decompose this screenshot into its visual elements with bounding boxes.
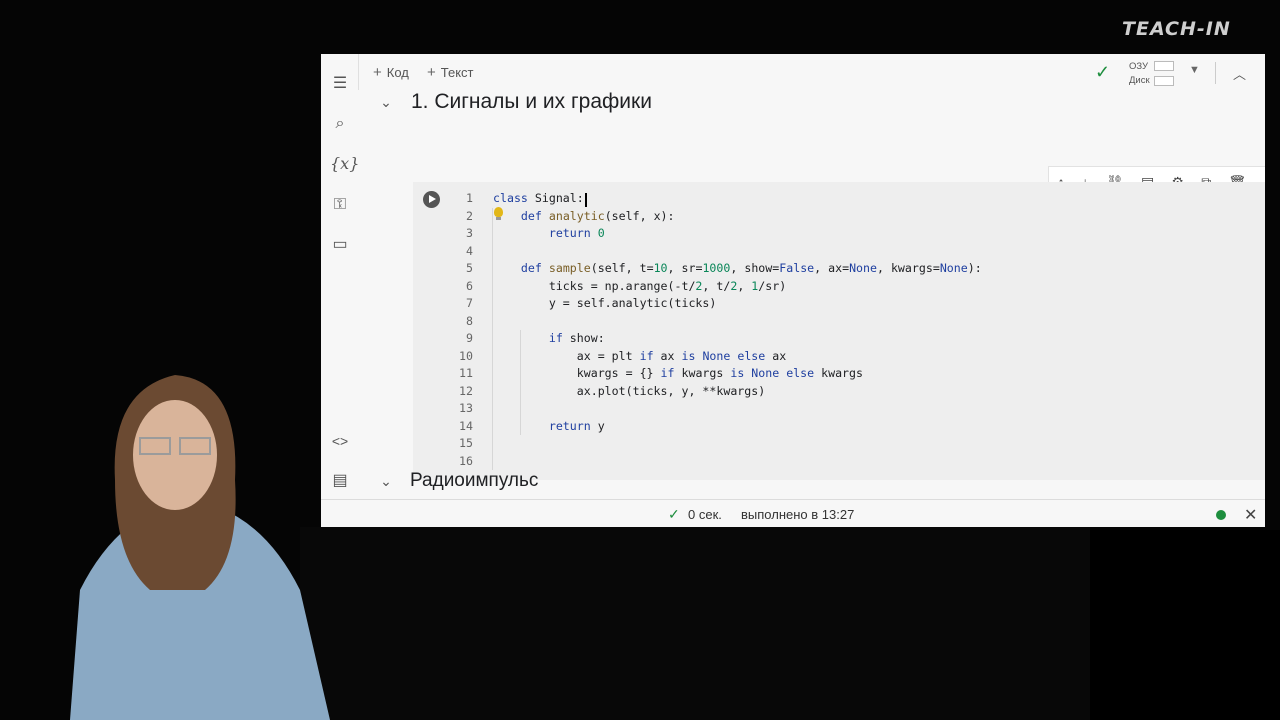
ram-label: ОЗУ	[1129, 61, 1149, 72]
execution-time: 0 сек.	[688, 507, 722, 522]
top-toolbar: + Код + Текст ✓ ОЗУ Диск ▼ ︿	[321, 54, 1265, 90]
collapse-header-icon[interactable]: ︿	[1233, 64, 1246, 83]
folder-icon[interactable]: ▭	[330, 235, 350, 255]
section-title: Радиоимпульс	[410, 470, 539, 491]
code-cell[interactable]: 1 class Signal: 2 def analytic(self, x): …	[413, 182, 1265, 480]
code-line: 2 def analytic(self, x):	[466, 208, 675, 223]
plus-icon: +	[427, 64, 436, 81]
add-code-label: Код	[386, 65, 409, 80]
toc-icon[interactable]: ☰	[330, 74, 350, 94]
code-line: 15	[459, 436, 473, 450]
variables-icon[interactable]: {x}	[330, 154, 359, 174]
check-icon: ✓	[668, 506, 680, 522]
close-icon[interactable]: ✕	[1244, 505, 1257, 525]
code-line: 10 ax = plt if ax is None else ax	[459, 348, 787, 363]
section-title: 1. Сигналы и их графики	[411, 90, 652, 113]
code-line: 11 kwargs = {} if kwargs is None else kw…	[459, 366, 863, 380]
terminal-icon[interactable]: ▤	[330, 471, 350, 491]
status-bar: ✓ 0 сек. выполнено в 13:27 ✕	[321, 499, 1265, 527]
code-line: 4	[466, 243, 473, 258]
add-code-button[interactable]: + Код	[373, 64, 409, 81]
code-line: 9 if show:	[466, 331, 605, 345]
code-line: 16	[459, 453, 473, 468]
section-header[interactable]: ⌄ Радиоимпульс	[376, 470, 538, 492]
status-dot-icon	[1216, 510, 1226, 520]
text-cursor	[585, 193, 587, 207]
video-background	[300, 527, 1090, 720]
search-icon[interactable]: ⌕	[330, 114, 350, 134]
code-line: 5 def sample(self, t=10, sr=1000, show=F…	[466, 261, 982, 275]
colab-window: + Код + Текст ✓ ОЗУ Диск ▼ ︿ ☰ ⌕ {x} ⚿ ▭…	[321, 54, 1265, 527]
code-line: 13	[459, 401, 473, 415]
lightbulb-icon[interactable]	[494, 207, 503, 220]
code-line: 14 return y	[459, 418, 605, 433]
chevron-down-icon[interactable]: ⌄	[376, 473, 396, 490]
code-line: 3 return 0	[466, 226, 605, 240]
add-text-button[interactable]: + Текст	[427, 64, 474, 81]
execution-status: выполнено в 13:27	[741, 507, 855, 522]
code-line: 12 ax.plot(ticks, y, **kwargs)	[459, 383, 766, 398]
left-sidebar: ☰ ⌕ {x} ⚿ ▭ <> ▤	[321, 54, 359, 499]
section-header[interactable]: ⌄ 1. Сигналы и их графики	[376, 90, 652, 114]
code-snippets-icon[interactable]: <>	[330, 431, 350, 451]
resource-labels[interactable]: ОЗУ Диск	[1129, 60, 1150, 88]
resource-bars	[1154, 61, 1174, 91]
code-line: 8	[466, 313, 473, 328]
divider	[1215, 62, 1216, 84]
code-line: 7 y = self.analytic(ticks)	[466, 296, 717, 310]
chevron-down-icon[interactable]: ⌄	[376, 94, 396, 111]
notebook-area: ⌄ 1. Сигналы и их графики ↑ ↓ ⛓ ▤ ⚙ ⧉ 🗑 …	[358, 90, 1265, 499]
add-text-label: Текст	[440, 65, 474, 80]
code-line: 6 ticks = np.arange(-t/2, t/2, 1/sr)	[466, 278, 787, 293]
code-line: 1 class Signal:	[466, 191, 584, 205]
video-background-corner	[1090, 530, 1280, 720]
code-editor[interactable]: 1 class Signal: 2 def analytic(self, x): …	[413, 191, 1265, 471]
key-icon[interactable]: ⚿	[330, 195, 350, 215]
chevron-down-icon[interactable]: ▼	[1189, 64, 1200, 76]
channel-logo: TEACH-IN	[1122, 18, 1231, 40]
plus-icon: +	[373, 64, 382, 81]
connected-check-icon: ✓	[1095, 62, 1111, 82]
disk-label: Диск	[1129, 75, 1150, 86]
